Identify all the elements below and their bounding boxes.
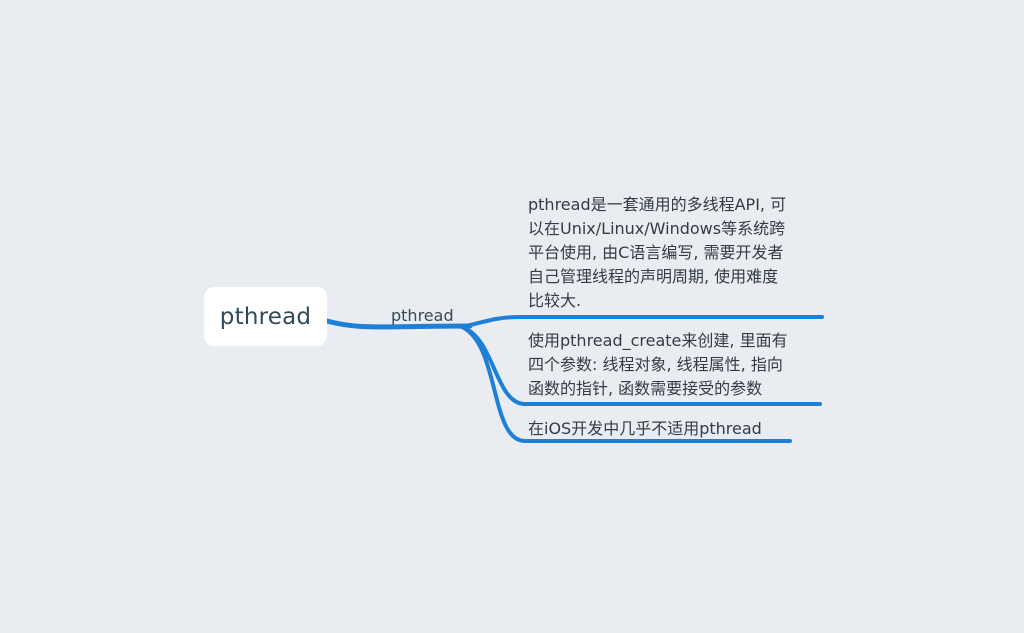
leaf-3-line: 在iOS开发中几乎不适用pthread (528, 419, 762, 438)
leaf-topic-1[interactable]: pthread是一套通用的多线程API, 可 以在Unix/Linux/Wind… (528, 193, 786, 313)
leaf-1-line: pthread是一套通用的多线程API, 可 (528, 195, 787, 214)
leaf-topic-2[interactable]: 使用pthread_create来创建, 里面有 四个参数: 线程对象, 线程属… (528, 329, 788, 401)
leaf-1-line: 平台使用, 由C语言编写, 需要开发者 (528, 243, 784, 262)
branch-topic-label[interactable]: pthread (391, 306, 454, 325)
root-topic-label: pthread (219, 303, 312, 330)
leaf-2-line: 使用pthread_create来创建, 里面有 (528, 331, 788, 350)
leaf-connector-1 (460, 315, 824, 329)
leaf-2-line: 四个参数: 线程对象, 线程属性, 指向 (528, 355, 783, 374)
leaf-2-line: 函数的指针, 函数需要接受的参数 (528, 379, 763, 398)
mindmap-canvas (324, 315, 824, 443)
leaf-1-line: 自己管理线程的声明周期, 使用难度 (528, 267, 779, 286)
leaf-1-line: 比较大. (528, 291, 582, 310)
root-topic-node[interactable]: pthread (204, 287, 327, 346)
leaf-1-line: 以在Unix/Linux/Windows等系统跨 (528, 219, 786, 238)
leaf-topic-3[interactable]: 在iOS开发中几乎不适用pthread (528, 417, 762, 441)
